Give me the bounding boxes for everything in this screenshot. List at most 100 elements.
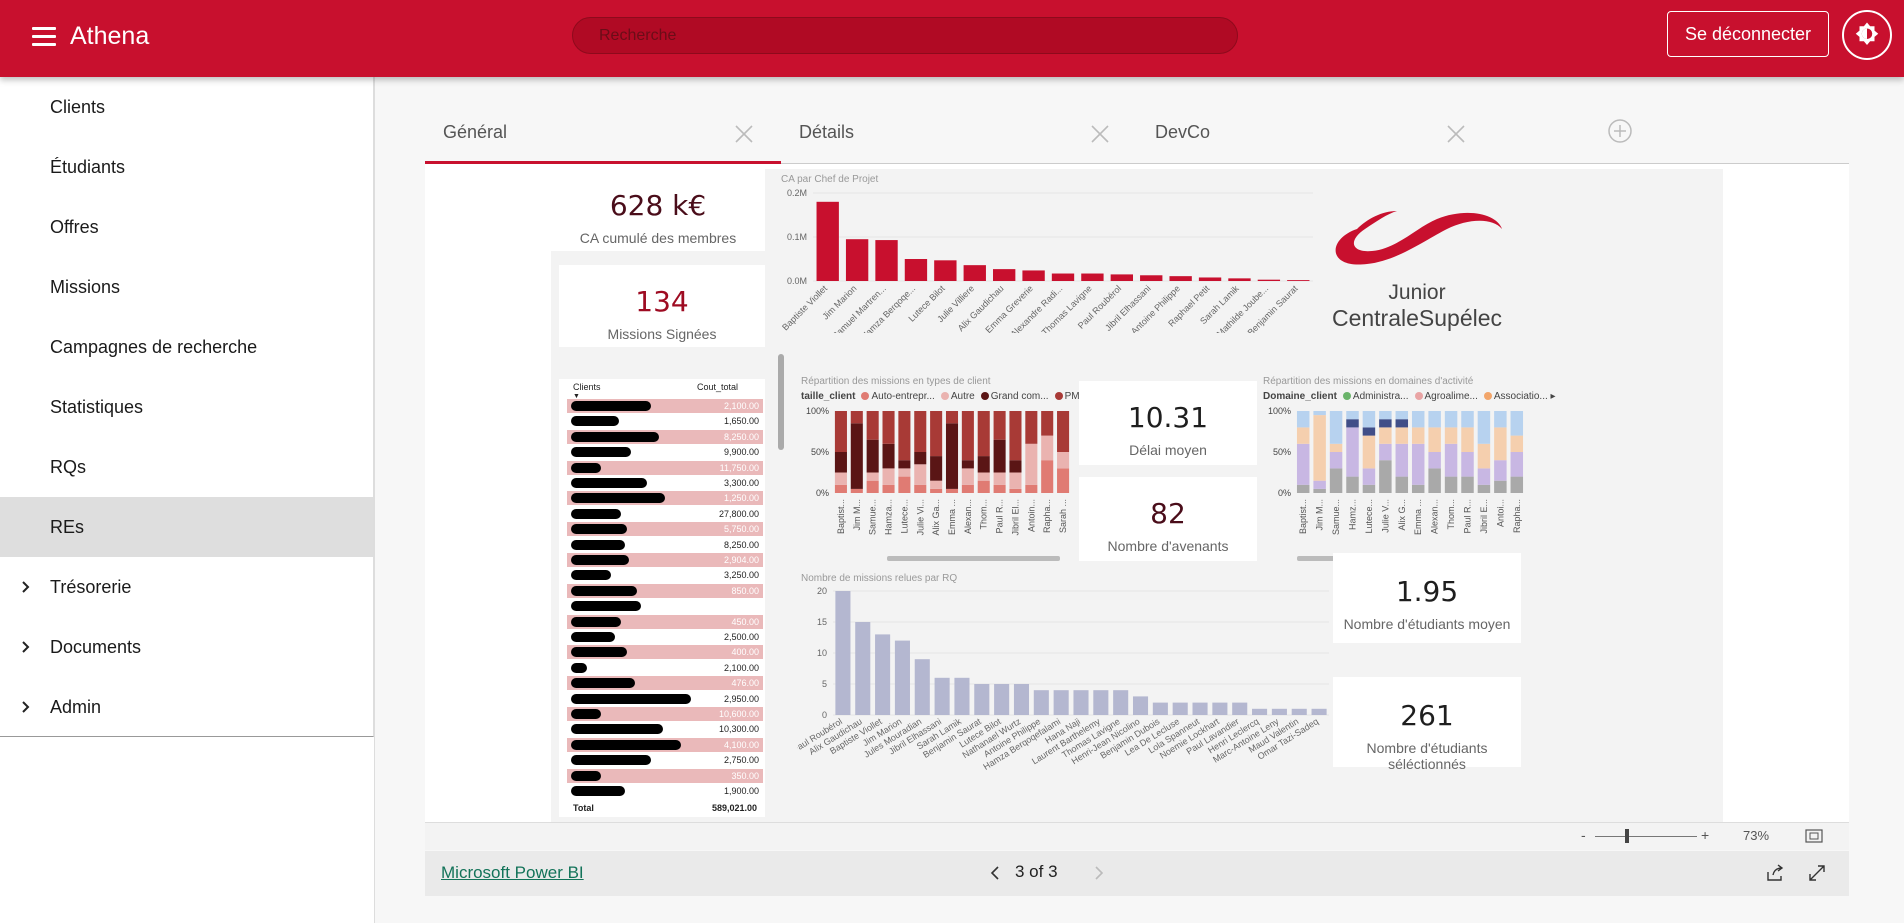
- legend-item[interactable]: Autre: [951, 391, 975, 402]
- table-row[interactable]: 9,900.00: [567, 445, 763, 459]
- stacked-bar-segment: [914, 411, 927, 452]
- x-tick-label: Rapha...: [1042, 499, 1052, 533]
- bar: [1081, 273, 1104, 281]
- table-row[interactable]: 3,250.00: [567, 568, 763, 582]
- x-tick-label: Sarah ...: [1058, 499, 1068, 533]
- stacked-bar-segment: [882, 484, 895, 493]
- stacked-bar-segment: [1362, 468, 1376, 485]
- prev-page-icon[interactable]: [987, 863, 1003, 883]
- theme-toggle-button[interactable]: [1842, 10, 1892, 60]
- sidebar-item[interactable]: Étudiants: [0, 137, 373, 197]
- table-row[interactable]: 27,800.00: [567, 507, 763, 521]
- zoom-out-button[interactable]: -: [1581, 827, 1586, 843]
- table-row[interactable]: 850.00: [567, 583, 763, 598]
- logout-button[interactable]: Se déconnecter: [1667, 11, 1829, 57]
- add-tab-icon[interactable]: [1607, 118, 1633, 144]
- table-cell-cout: 5,750.00: [723, 524, 759, 535]
- fullscreen-icon[interactable]: [1807, 863, 1827, 883]
- sidebar-item[interactable]: Offres: [0, 197, 373, 257]
- table-row[interactable]: 2,750.00: [567, 753, 763, 767]
- table-row[interactable]: 10,300.00: [567, 722, 763, 736]
- stacked-bar-segment: [1025, 411, 1038, 444]
- legend-item[interactable]: Auto-entrepr...: [871, 391, 934, 402]
- table-row[interactable]: 1,250.00: [567, 491, 763, 506]
- powerbi-link[interactable]: Microsoft Power BI: [441, 863, 584, 883]
- sidebar-item[interactable]: Admin: [0, 677, 373, 737]
- share-icon[interactable]: [1765, 863, 1785, 883]
- table-row[interactable]: 1,650.00: [567, 414, 763, 428]
- sidebar-item[interactable]: Statistiques: [0, 377, 373, 437]
- table-col-cout[interactable]: Cout_total: [697, 382, 738, 392]
- x-tick-label: Alix Ga...: [931, 499, 941, 536]
- table-row[interactable]: 2,950.00: [567, 692, 763, 706]
- table-row[interactable]: 2,500.00: [567, 630, 763, 644]
- table-row[interactable]: 400.00: [567, 645, 763, 660]
- stacked-bar-segment: [866, 480, 879, 493]
- report-tab[interactable]: Détails: [781, 107, 1137, 164]
- table-row[interactable]: 2,904.00: [567, 553, 763, 567]
- stacked-bar-segment: [1362, 411, 1376, 428]
- stacked-bar-segment: [977, 411, 990, 457]
- legend-dot: [980, 392, 989, 400]
- redacted-client-name: [571, 416, 619, 427]
- kpi-ca-label: CA cumulé des membres: [579, 230, 737, 246]
- close-tab-icon[interactable]: [1445, 123, 1467, 145]
- legend-item[interactable]: Administra...: [1353, 391, 1409, 402]
- table-row[interactable]: [567, 599, 763, 613]
- table-row[interactable]: 10,600.00: [567, 707, 763, 721]
- table-row[interactable]: 4,100.00: [567, 737, 763, 752]
- kpi-card-ca: 628 k€ CA cumulé des membres: [551, 169, 765, 251]
- sidebar-item[interactable]: RQs: [0, 437, 373, 497]
- zoom-slider-track[interactable]: [1595, 836, 1697, 837]
- zoom-in-button[interactable]: +: [1701, 827, 1709, 843]
- table-cell-cout: 8,250.00: [723, 539, 759, 550]
- bar: [1198, 277, 1222, 281]
- legend-item[interactable]: Associatio...: [1494, 391, 1548, 402]
- table-scrollbar[interactable]: [778, 354, 784, 450]
- table-row[interactable]: 2,100.00: [567, 399, 763, 413]
- stacked-bar-segment: [1444, 476, 1458, 493]
- types-client-scrollbar[interactable]: [887, 556, 1060, 561]
- close-tab-icon[interactable]: [1089, 123, 1111, 145]
- y-tick-label: 50%: [811, 447, 829, 457]
- table-cell-cout: 1,900.00: [723, 786, 759, 796]
- table-col-clients[interactable]: Clients: [573, 382, 601, 392]
- kpi-delai-label: Délai moyen: [1129, 442, 1207, 458]
- stacked-bar-segment: [1362, 484, 1376, 493]
- table-row[interactable]: 5,750.00: [567, 522, 763, 537]
- sidebar-item[interactable]: Trésorerie: [0, 557, 373, 617]
- search-input[interactable]: [572, 17, 1238, 54]
- table-row[interactable]: 11,750.00: [567, 460, 763, 475]
- stacked-bar-segment: [1057, 411, 1070, 452]
- stacked-bar-segment: [1009, 472, 1022, 489]
- legend-dot: [1054, 392, 1063, 400]
- table-row[interactable]: 476.00: [567, 676, 763, 691]
- table-row[interactable]: 1,900.00: [567, 784, 763, 798]
- legend-dot: [940, 392, 949, 400]
- table-row[interactable]: 350.00: [567, 768, 763, 783]
- report-tab[interactable]: Général: [425, 107, 781, 164]
- sidebar-item[interactable]: Campagnes de recherche: [0, 317, 373, 377]
- table-cell-cout: 27,800.00: [718, 508, 759, 519]
- zoom-slider-thumb[interactable]: [1625, 829, 1629, 843]
- table-row[interactable]: 450.00: [567, 614, 763, 629]
- table-row[interactable]: 8,250.00: [567, 538, 763, 552]
- legend-item[interactable]: Agroalime...: [1425, 391, 1478, 402]
- sidebar-item[interactable]: REs: [0, 497, 373, 557]
- sidebar-item[interactable]: Documents: [0, 617, 373, 677]
- fit-to-page-icon[interactable]: [1805, 829, 1823, 843]
- report-tab[interactable]: DevCo: [1137, 107, 1493, 164]
- table-row[interactable]: 2,100.00: [567, 661, 763, 675]
- chart-ca-par-chef: 0.0M0.1M0.2MBaptiste ViolletJim MarionSa…: [780, 188, 1313, 333]
- close-tab-icon[interactable]: [733, 123, 755, 145]
- sidebar-item[interactable]: Missions: [0, 257, 373, 317]
- stacked-bar-segment: [898, 468, 911, 477]
- table-row[interactable]: 3,300.00: [567, 476, 763, 490]
- table-row[interactable]: 8,250.00: [567, 429, 763, 444]
- stacked-bar-segment: [866, 411, 879, 440]
- next-page-icon[interactable]: [1091, 863, 1107, 883]
- sidebar-item[interactable]: Clients: [0, 77, 373, 137]
- legend-next-icon[interactable]: ▸: [1548, 391, 1556, 402]
- menu-icon[interactable]: [32, 27, 56, 46]
- legend-item[interactable]: Grand com...: [991, 391, 1049, 402]
